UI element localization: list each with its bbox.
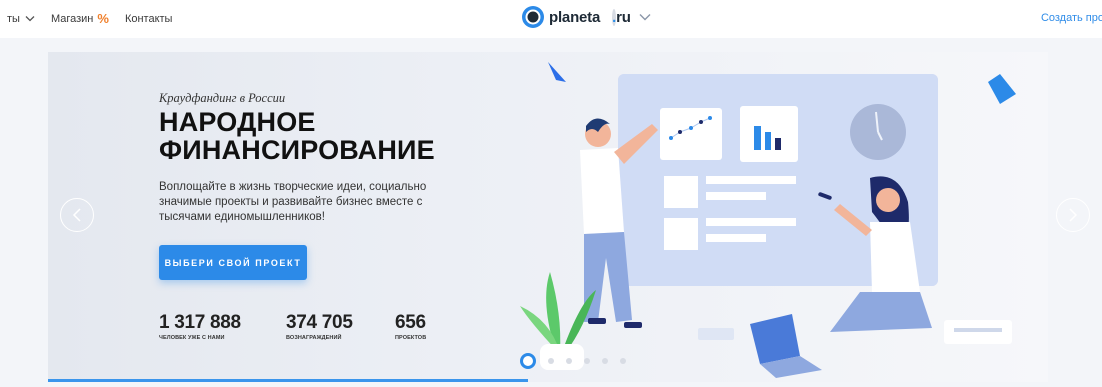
hero-title-line: НАРОДНОЕ xyxy=(159,107,316,137)
nav-item-label: Контакты xyxy=(124,12,173,25)
arrow-right-icon xyxy=(1069,208,1078,222)
stat-supporters: 1 317 888 ЧЕЛОВЕК УЖЕ С НАМИ xyxy=(159,312,241,342)
carousel-dot[interactable] xyxy=(548,358,554,364)
carousel-dot[interactable] xyxy=(602,358,608,364)
stat-value: 656 xyxy=(395,312,426,333)
planeta-logo[interactable]: planeta .ru xyxy=(521,5,651,29)
carousel-prev-button[interactable] xyxy=(60,198,94,232)
nav-item-projects[interactable]: ты xyxy=(7,13,35,25)
arrow-left-icon xyxy=(72,208,81,222)
stat-projects: 656 ПРОЕКТОВ xyxy=(395,312,427,342)
create-project-link[interactable]: Создать про xyxy=(1041,12,1102,24)
nav-menu: ты Магазин % Контакты xyxy=(7,11,188,26)
percent-icon: % xyxy=(97,11,109,26)
carousel-dot[interactable] xyxy=(620,358,626,364)
logo-tld: ru xyxy=(616,8,631,26)
stat-value: 1 317 888 xyxy=(159,312,241,333)
nav-item-shop[interactable]: Магазин % xyxy=(51,11,109,26)
stat-label: ПРОЕКТОВ xyxy=(395,335,427,341)
hero-subtitle: Краудфандинг в России xyxy=(159,91,286,105)
carousel-dot[interactable] xyxy=(566,358,572,364)
carousel-progress-bar xyxy=(48,379,528,382)
top-navigation: ты Магазин % Контакты planeta .ru Создать… xyxy=(0,0,1102,38)
chevron-down-icon xyxy=(25,16,35,22)
nav-item-contacts[interactable]: Контакты xyxy=(125,13,173,25)
carousel-pagination xyxy=(520,353,626,369)
nav-item-label: Магазин xyxy=(50,12,94,25)
carousel-dot[interactable] xyxy=(584,358,590,364)
logo-text: planeta .ru xyxy=(549,8,631,26)
stat-rewards: 374 705 ВОЗНАГРАЖДЕНИЙ xyxy=(286,312,353,342)
logo-brand: planeta xyxy=(549,8,601,26)
hero-description: Воплощайте в жизнь творческие идеи, соци… xyxy=(159,181,427,223)
carousel-dot-active[interactable] xyxy=(520,353,536,369)
stat-value: 374 705 xyxy=(286,312,353,333)
stat-label: ВОЗНАГРАЖДЕНИЙ xyxy=(286,335,342,341)
hero-title: НАРОДНОЕ ФИНАНСИРОВАНИЕ xyxy=(159,108,435,164)
choose-project-button[interactable]: ВЫБЕРИ СВОЙ ПРОЕКТ xyxy=(159,245,307,280)
nav-item-label: ты xyxy=(7,12,20,25)
carousel-next-button[interactable] xyxy=(1056,198,1090,232)
planeta-logo-icon xyxy=(522,6,544,28)
hero-title-line: ФИНАНСИРОВАНИЕ xyxy=(159,135,435,165)
stat-label: ЧЕЛОВЕК УЖЕ С НАМИ xyxy=(159,335,225,341)
hero-illustration xyxy=(520,62,1016,378)
chevron-down-icon xyxy=(639,14,651,21)
